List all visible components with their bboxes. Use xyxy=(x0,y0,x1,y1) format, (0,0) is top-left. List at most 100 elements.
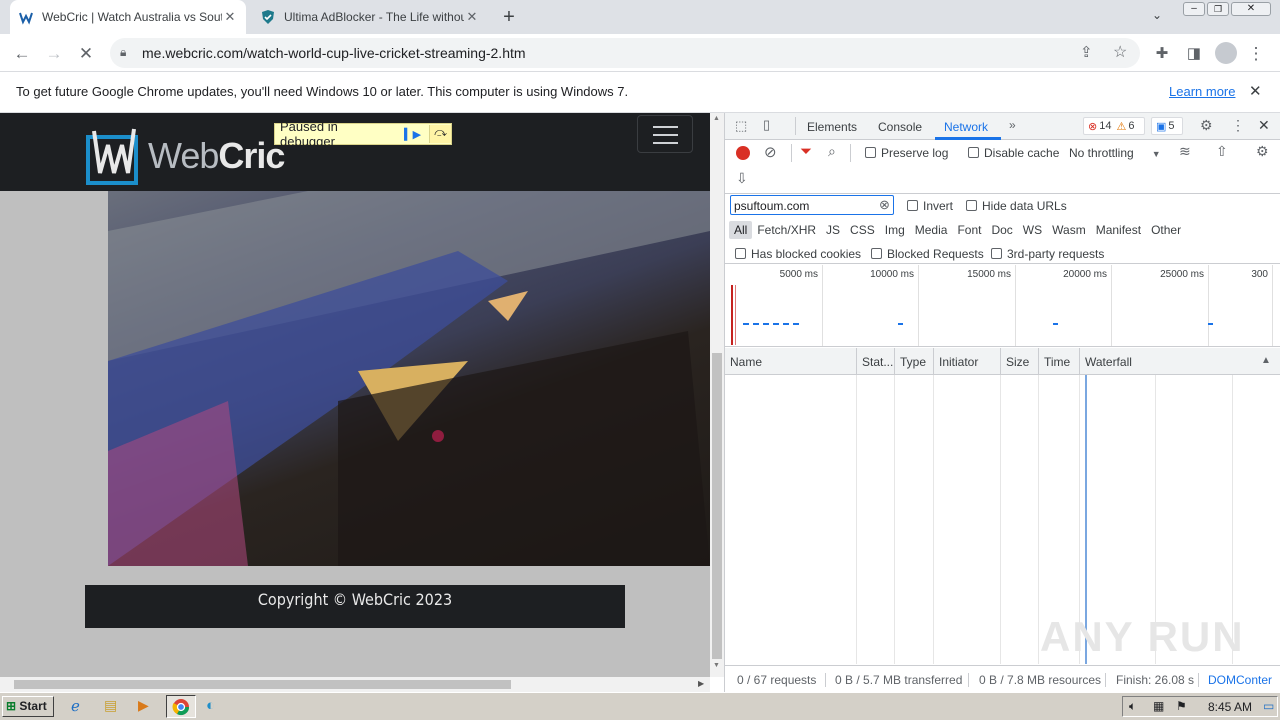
forward-arrow-icon[interactable]: → xyxy=(42,42,66,66)
edge-icon[interactable]: ◐ xyxy=(206,697,215,714)
column-header-name[interactable]: Name xyxy=(725,348,856,375)
learn-more-link[interactable]: Learn more xyxy=(1169,84,1235,99)
tab-elements[interactable]: Elements xyxy=(807,120,857,134)
column-header-initiator[interactable]: Initiator xyxy=(933,348,1000,375)
type-filter-fetchxhr[interactable]: Fetch/XHR xyxy=(752,221,821,239)
minimize-button[interactable]: – xyxy=(1183,2,1205,16)
ie-icon[interactable]: ℯ xyxy=(71,697,80,715)
close-tab-icon[interactable]: ✕ xyxy=(222,9,238,25)
column-header-size[interactable]: Size xyxy=(1000,348,1038,375)
volume-icon[interactable]: 🔈︎ xyxy=(1129,699,1136,714)
scroll-thumb[interactable] xyxy=(14,680,511,689)
profile-avatar-icon[interactable] xyxy=(1215,42,1237,64)
type-filter-media[interactable]: Media xyxy=(910,221,953,239)
chrome-icon xyxy=(172,699,190,716)
resume-icon[interactable]: ▍▶ xyxy=(404,128,421,141)
step-over-icon[interactable]: ⤼ xyxy=(429,125,451,143)
close-window-button[interactable]: ✕ xyxy=(1231,2,1271,16)
type-filter-all[interactable]: All xyxy=(729,221,753,239)
new-tab-button[interactable]: + xyxy=(498,6,520,28)
type-filter-ws[interactable]: WS xyxy=(1018,221,1047,239)
timeline-label: 20000 ms xyxy=(1063,269,1107,280)
logo-wordmark[interactable]: WebCric xyxy=(148,135,285,177)
address-bar[interactable]: 🔒︎ me.webcric.com/watch-world-cup-live-c… xyxy=(110,38,1140,68)
network-conditions-icon[interactable]: ≋ xyxy=(1179,143,1191,160)
blocked-cookies-checkbox[interactable]: Has blocked cookies xyxy=(735,247,861,261)
hide-data-urls-checkbox[interactable]: Hide data URLs xyxy=(966,199,1067,213)
close-infobar-icon[interactable]: ✕ xyxy=(1249,82,1262,100)
type-filter-js[interactable]: JS xyxy=(821,221,845,239)
inspect-element-icon[interactable]: ⬚ xyxy=(735,118,747,134)
blocked-cookies-label: Has blocked cookies xyxy=(751,247,862,261)
stop-loading-icon[interactable]: ✕ xyxy=(74,42,98,66)
blocked-requests-checkbox[interactable]: Blocked Requests xyxy=(871,247,984,261)
sort-ascending-icon[interactable]: ▲ xyxy=(1261,355,1271,366)
tab-network[interactable]: Network xyxy=(944,120,988,134)
show-desktop-icon[interactable]: ▭ xyxy=(1263,699,1274,713)
device-toolbar-icon[interactable]: ▯ xyxy=(763,117,770,133)
disable-cache-checkbox[interactable]: Disable cache xyxy=(968,146,1059,160)
column-header-waterfall[interactable]: Waterfall xyxy=(1079,348,1280,375)
clock-time[interactable]: 8:45 AM xyxy=(1208,700,1252,714)
scroll-thumb[interactable] xyxy=(712,353,722,659)
settings-gear-icon[interactable]: ⚙ xyxy=(1200,117,1213,134)
column-header-type[interactable]: Type xyxy=(894,348,933,375)
export-har-icon[interactable]: ⇩ xyxy=(736,170,748,187)
hamburger-menu-button[interactable] xyxy=(637,115,693,153)
type-filter-other[interactable]: Other xyxy=(1146,221,1186,239)
network-settings-gear-icon[interactable]: ⚙ xyxy=(1256,143,1269,160)
type-filter-img[interactable]: Img xyxy=(880,221,910,239)
media-player-icon[interactable]: ▶ xyxy=(138,697,149,714)
close-devtools-icon[interactable]: ✕ xyxy=(1258,117,1270,134)
type-filter-manifest[interactable]: Manifest xyxy=(1091,221,1146,239)
filter-input[interactable]: psuftoum.com ⊗ xyxy=(730,195,894,215)
type-filter-wasm[interactable]: Wasm xyxy=(1047,221,1091,239)
invert-checkbox[interactable]: Invert xyxy=(907,199,953,213)
record-icon[interactable] xyxy=(736,146,750,160)
search-icon[interactable]: ⌕ xyxy=(828,143,836,160)
type-filter-doc[interactable]: Doc xyxy=(986,221,1017,239)
tab-ultima-adblocker[interactable]: Ultima AdBlocker - The Life without A ✕ xyxy=(252,0,488,34)
network-tray-icon[interactable]: ▦ xyxy=(1153,699,1164,713)
filter-funnel-icon[interactable]: ⏷ xyxy=(800,143,812,160)
chrome-taskbar-button[interactable] xyxy=(166,695,196,718)
preserve-log-checkbox[interactable]: Preserve log xyxy=(865,146,948,160)
close-tab-icon[interactable]: ✕ xyxy=(464,9,480,25)
start-button[interactable]: ⊞ Start xyxy=(2,696,54,717)
menu-kebab-icon[interactable]: ⋮ xyxy=(1244,42,1268,66)
clear-filter-icon[interactable]: ⊗ xyxy=(879,197,890,213)
logo-word-web: Web xyxy=(148,135,219,176)
tab-webcric[interactable]: WebCric | Watch Australia vs South ✕ xyxy=(10,0,246,34)
restore-button[interactable]: ❐ xyxy=(1207,2,1229,16)
page-horizontal-scrollbar[interactable]: ▶ xyxy=(0,677,710,692)
column-header-stat[interactable]: Stat... xyxy=(856,348,894,375)
messages-counter[interactable]: ▣ 5 xyxy=(1151,117,1183,135)
tab-console[interactable]: Console xyxy=(878,120,922,134)
type-filter-css[interactable]: CSS xyxy=(845,221,880,239)
throttling-select[interactable]: No throttling ▼ xyxy=(1069,146,1161,160)
type-filter-font[interactable]: Font xyxy=(952,221,986,239)
bookmark-star-icon[interactable]: ☆ xyxy=(1113,42,1127,62)
column-header-time[interactable]: Time xyxy=(1038,348,1079,375)
browser-toolbar: ← → ✕ 🔒︎ me.webcric.com/watch-world-cup-… xyxy=(0,34,1280,72)
column-header-label: Size xyxy=(1006,355,1030,369)
clear-icon[interactable]: ⊘ xyxy=(764,143,777,161)
share-icon[interactable]: ⇪ xyxy=(1080,43,1093,61)
tab-search-chevron-icon[interactable]: ⌄ xyxy=(1152,8,1162,22)
network-overview[interactable]: 5000 ms 10000 ms 15000 ms 20000 ms 25000 ms 3… xyxy=(725,265,1280,347)
extensions-puzzle-icon[interactable]: ✚ xyxy=(1150,42,1174,66)
webcric-logo-icon[interactable] xyxy=(86,123,140,185)
devtools-menu-icon[interactable]: ⋮ xyxy=(1231,117,1245,134)
issues-counter[interactable]: ⊗ 14 ⚠ 6 xyxy=(1083,117,1145,135)
back-arrow-icon[interactable]: ← xyxy=(10,42,34,66)
page-vertical-scrollbar[interactable]: ▲ ▼ xyxy=(710,113,724,677)
action-center-flag-icon[interactable]: ⚑ xyxy=(1176,699,1187,713)
explorer-folder-icon[interactable]: ▤ xyxy=(104,697,117,714)
timeline-gridline xyxy=(1208,265,1209,346)
side-panel-icon[interactable]: ◨ xyxy=(1182,42,1206,66)
url-text[interactable]: me.webcric.com/watch-world-cup-live-cric… xyxy=(142,45,526,61)
video-player[interactable] xyxy=(108,191,710,566)
third-party-checkbox[interactable]: 3rd-party requests xyxy=(991,247,1104,261)
import-har-icon[interactable]: ⇧ xyxy=(1216,143,1228,160)
more-tabs-chevron-icon[interactable]: » xyxy=(1009,118,1016,132)
